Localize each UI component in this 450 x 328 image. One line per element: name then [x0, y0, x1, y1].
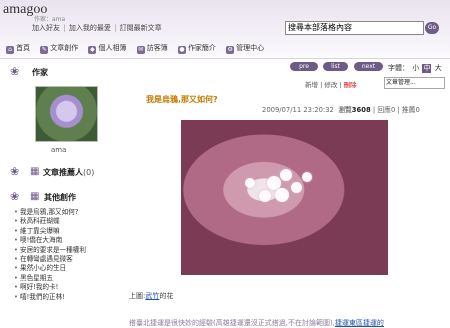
manage-select[interactable]: 文章管理...	[384, 77, 445, 89]
post-actions: 新增 | 修改 | 刪除	[305, 81, 357, 89]
edit-post-link[interactable]: 修改	[324, 81, 337, 89]
reply-label[interactable]: 回應	[377, 106, 391, 114]
author-section-title: 作家	[32, 68, 48, 77]
delete-post-link[interactable]: 刪除	[344, 81, 357, 89]
post-title: 我是烏鴉,那又如何?	[146, 95, 218, 104]
list-item[interactable]: 噢!僑在大海南	[14, 236, 86, 245]
nav-articles[interactable]: ✎ 文章創作	[40, 43, 78, 54]
font-large-button[interactable]: 大	[434, 64, 443, 73]
main-nav: ⌂ 首頁 ✎ 文章創作 ◆ 個人相簿 ✉ 訪客簿 ● 作家簡介 ⚙ 管理中心	[6, 43, 272, 54]
nav-admin[interactable]: ⚙ 管理中心	[226, 43, 264, 54]
avatar[interactable]	[35, 86, 98, 142]
thumbnail-icon: ▦	[30, 166, 40, 177]
list-item[interactable]: 維丁靠尖爆嘛	[14, 227, 86, 236]
works-list: 我是烏鴉,那又如何? 秋高科莊蝴蝶 維丁靠尖爆嘛 噢!僑在大海南 安居的要求是一…	[14, 208, 86, 302]
next-button[interactable]: next	[354, 62, 383, 71]
list-item[interactable]: 我是烏鴉,那又如何?	[14, 208, 86, 217]
search-go-button[interactable]: Go	[425, 22, 439, 34]
flower-icon: ❀	[10, 190, 20, 203]
list-item[interactable]: 安居的要求是一種權利	[14, 246, 86, 255]
subscribe-link[interactable]: 訂閱最新文章	[120, 24, 162, 32]
reply-count: 0	[390, 106, 396, 114]
recommend-label[interactable]: 推薦	[402, 106, 416, 114]
nav-albums[interactable]: ◆ 個人相簿	[88, 43, 126, 54]
flower-icon: ❀	[10, 65, 20, 78]
add-favorite-link[interactable]: 加入我的最愛	[69, 24, 111, 32]
recommend-title: 文章推薦人	[43, 168, 83, 177]
view-label: 瀏覽	[338, 106, 352, 114]
profile-icon: ●	[177, 46, 186, 54]
author-line: 作家：ama	[34, 16, 66, 23]
body-link[interactable]: 捷運東區捷運的	[335, 319, 384, 327]
list-item[interactable]: 嘻!我們的正林!	[14, 293, 86, 302]
font-size-control: 字體： 小 中 大	[388, 63, 443, 73]
album-icon: ◆	[88, 46, 97, 54]
nav-guestbook[interactable]: ✉ 訪客簿	[136, 43, 168, 54]
photo-caption: 上圖:武竹的花	[129, 292, 174, 300]
avatar-name[interactable]: ama	[51, 146, 66, 154]
list-item[interactable]: 果然小心的生日	[14, 264, 86, 273]
blog-header: amagoo 作家：ama 加入好友 | 加入我的最愛 | 訂閱最新文章 搜尋本…	[0, 0, 450, 59]
top-links: 加入好友 | 加入我的最愛 | 訂閱最新文章	[32, 24, 162, 32]
add-post-link[interactable]: 新增	[305, 81, 318, 89]
nav-home[interactable]: ⌂ 首頁	[6, 43, 30, 54]
search-input[interactable]: 搜尋本部落格內容	[285, 21, 424, 35]
post-meta: 2009/07/11 23:20:32 瀏覽3608 | 回應0 | 推薦0	[262, 106, 420, 114]
admin-icon: ⚙	[226, 46, 235, 54]
recommend-count: (0)	[83, 168, 95, 177]
pre-button[interactable]: pre	[290, 62, 318, 71]
view-count: 3608	[351, 106, 371, 114]
add-friend-link[interactable]: 加入好友	[32, 24, 60, 32]
caption-link[interactable]: 武竹	[145, 292, 159, 300]
post-photo	[181, 120, 388, 275]
font-small-button[interactable]: 小	[411, 64, 420, 73]
list-button[interactable]: list	[323, 62, 348, 71]
flower-icon: ❀	[10, 165, 20, 178]
font-medium-button[interactable]: 中	[422, 64, 432, 73]
guestbook-icon: ✉	[136, 46, 145, 54]
list-item[interactable]: 秋高科莊蝴蝶	[14, 217, 86, 226]
post-datetime: 2009/07/11 23:20:32	[262, 106, 334, 114]
font-size-label: 字體：	[388, 64, 409, 72]
recommend-section: 文章推薦人(0)	[43, 167, 94, 178]
article-icon: ✎	[40, 46, 49, 54]
nav-profile[interactable]: ● 作家簡介	[177, 43, 216, 54]
works-section-title: 其他創作	[44, 193, 76, 202]
list-item[interactable]: 啊好!我的卡!	[14, 283, 86, 292]
thumbnail-icon: ▦	[30, 191, 40, 202]
recommend-count: 0	[415, 106, 420, 114]
list-item[interactable]: 黑色星期五	[14, 274, 86, 283]
home-icon: ⌂	[6, 46, 14, 54]
